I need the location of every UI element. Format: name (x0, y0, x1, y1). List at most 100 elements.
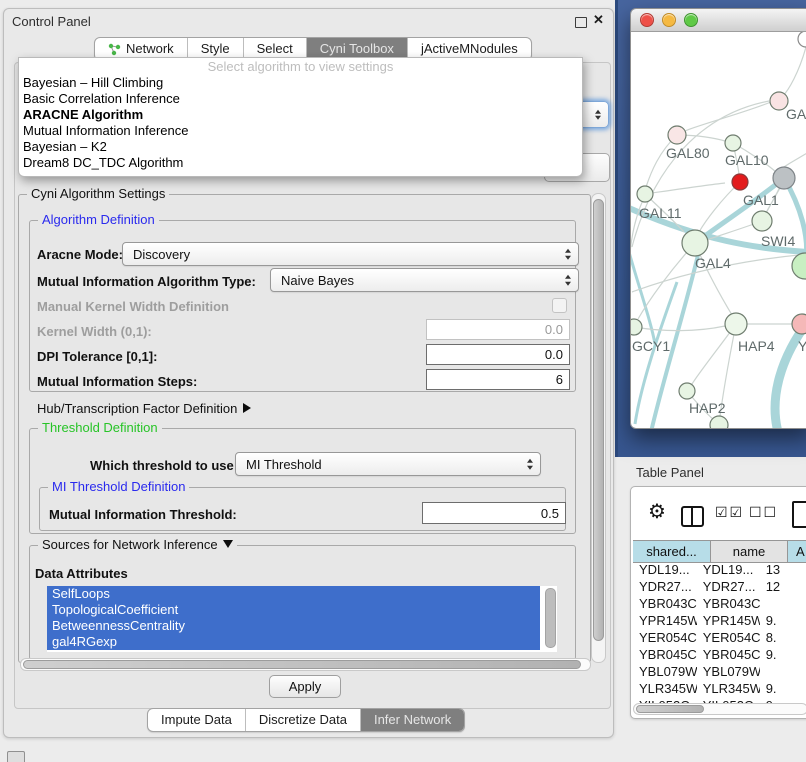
network-node[interactable] (725, 135, 741, 151)
network-node[interactable] (679, 383, 695, 399)
network-node[interactable] (682, 230, 708, 256)
network-node-label: GAL11 (639, 205, 682, 221)
control-panel-title: Control Panel (12, 14, 91, 29)
float-window-icon[interactable] (575, 17, 587, 28)
table-cell: YBR045C (697, 647, 760, 662)
table-row[interactable]: YBR043C YBR043C (633, 595, 806, 612)
table-header-row: shared... name A (633, 540, 806, 563)
mi-steps-label: Mutual Information Steps: (37, 374, 197, 389)
network-node[interactable] (637, 186, 653, 202)
network-node[interactable] (710, 416, 728, 429)
minimize-traffic-light-icon[interactable] (662, 13, 676, 27)
table-cell: YER054C (633, 630, 697, 645)
table-row[interactable]: YBL079W YBL079W (633, 663, 806, 680)
table-row[interactable]: YLR345W YLR345W 9. (633, 680, 806, 697)
tab-label: Discretize Data (259, 709, 347, 731)
table-hscrollbar-track[interactable] (633, 703, 806, 715)
table-row[interactable]: YDL19... YDL19... 13 (633, 561, 806, 578)
combo-arrows-icon (565, 249, 571, 260)
dpi-tolerance-label: DPI Tolerance [0,1]: (37, 349, 157, 364)
which-threshold-combobox[interactable]: MI Threshold (235, 452, 541, 476)
table-cell: 9. (760, 647, 806, 662)
aracne-mode-label: Aracne Mode: (37, 247, 123, 262)
network-node-selected[interactable] (732, 174, 748, 190)
network-node[interactable] (773, 167, 795, 189)
dropdown-item[interactable]: Bayesian – Hill Climbing (19, 75, 582, 91)
gear-icon[interactable]: ⚙ (648, 502, 666, 522)
mi-threshold-field[interactable]: 0.5 (422, 502, 566, 524)
settings-hscrollbar-track[interactable] (20, 658, 591, 671)
settings-hscrollbar-thumb[interactable] (23, 660, 581, 669)
column-header[interactable]: shared... (633, 541, 711, 562)
table-cell: YPR145W (633, 613, 697, 628)
dropdown-item[interactable]: Dream8 DC_TDC Algorithm (19, 155, 582, 171)
table-cell: YPR145W (697, 613, 760, 628)
settings-scrollbar-track[interactable] (591, 193, 606, 663)
tab-discretize-data[interactable]: Discretize Data (246, 709, 361, 731)
dropdown-item[interactable]: Mutual Information Inference (19, 123, 582, 139)
table-row[interactable]: YBR045C YBR045C 9. (633, 646, 806, 663)
network-node[interactable] (792, 253, 806, 279)
hub-section-label: Hub/Transcription Factor Definition (37, 401, 237, 416)
tab-impute-data[interactable]: Impute Data (148, 709, 246, 731)
network-canvas[interactable]: GAL80 GAL10 GAL11 GAL1 SWI4 GAL4 GCY1 HA… (631, 32, 806, 429)
table-cell: YBL079W (633, 664, 697, 679)
screen: GAL80 GAL10 GAL11 GAL1 SWI4 GAL4 GCY1 HA… (0, 0, 806, 762)
table-row[interactable]: YDR27... YDR27... 12 (633, 578, 806, 595)
hub-transcription-factor-section[interactable]: Hub/Transcription Factor Definition (37, 401, 251, 416)
close-icon[interactable]: ✕ (593, 12, 604, 28)
network-node[interactable] (725, 313, 747, 335)
list-scrollbar[interactable] (545, 588, 556, 648)
algorithm-dropdown-popup: Select algorithm to view settings Bayesi… (18, 57, 583, 177)
close-traffic-light-icon[interactable] (640, 13, 654, 27)
mi-steps-field[interactable]: 6 (426, 369, 570, 390)
dropdown-item[interactable]: Bayesian – K2 (19, 139, 582, 155)
table-cell: 9. (760, 613, 806, 628)
network-node-label: SWI4 (761, 233, 795, 249)
mi-type-combobox[interactable]: Naive Bayes (270, 268, 579, 292)
document-icon[interactable] (792, 501, 806, 528)
split-columns-icon[interactable] (681, 506, 704, 527)
list-item[interactable]: SelfLoops (47, 586, 540, 602)
tab-infer-network[interactable]: Infer Network (361, 709, 464, 731)
network-node[interactable] (668, 126, 686, 144)
settings-scrollbar-thumb[interactable] (593, 199, 604, 641)
combo-arrows-icon (595, 109, 601, 120)
table-row[interactable]: YER054C YER054C 8. (633, 629, 806, 646)
table-panel-title: Table Panel (636, 465, 704, 480)
list-item[interactable]: TopologicalCoefficient (47, 602, 540, 618)
aracne-mode-combobox[interactable]: Discovery (122, 242, 579, 266)
group-title: Cyni Algorithm Settings (27, 186, 169, 201)
network-tab-icon (108, 43, 121, 56)
list-item[interactable]: gal4RGexp (47, 634, 540, 650)
table-cell: YBR043C (697, 596, 760, 611)
dropdown-item[interactable]: Basic Correlation Inference (19, 91, 582, 107)
network-view-window[interactable]: GAL80 GAL10 GAL11 GAL1 SWI4 GAL4 GCY1 HA… (630, 8, 806, 429)
dpi-tolerance-field[interactable]: 0.0 (426, 344, 570, 365)
network-node[interactable] (792, 314, 806, 334)
data-attributes-list: SelfLoops TopologicalCoefficient Between… (47, 586, 557, 652)
deselect-all-checkboxes-icon[interactable]: ☐☐ (749, 504, 778, 521)
table-cell: YDR27... (697, 579, 760, 594)
which-threshold-label: Which threshold to use: (90, 458, 238, 473)
column-header[interactable]: name (711, 541, 788, 562)
data-attributes-label: Data Attributes (35, 566, 128, 581)
sources-group-title[interactable]: Sources for Network Inference (38, 537, 237, 552)
table-cell: YER054C (697, 630, 760, 645)
restore-panel-icon[interactable] (7, 751, 25, 762)
network-node[interactable] (752, 211, 772, 231)
list-item[interactable]: BetweennessCentrality (47, 618, 540, 634)
network-node[interactable] (798, 32, 806, 47)
manual-kernel-label: Manual Kernel Width Definition (37, 299, 229, 314)
network-window-titlebar[interactable] (631, 9, 806, 32)
column-header[interactable]: A (788, 541, 806, 562)
table-row[interactable]: YPR145W YPR145W 9. (633, 612, 806, 629)
table-hscrollbar-thumb[interactable] (636, 705, 704, 713)
apply-button[interactable]: Apply (269, 675, 341, 698)
network-node-label: GAL1 (743, 192, 779, 208)
dropdown-placeholder: Select algorithm to view settings (19, 58, 582, 75)
network-node[interactable] (631, 319, 642, 335)
dropdown-item-highlighted[interactable]: ARACNE Algorithm (19, 107, 582, 123)
zoom-traffic-light-icon[interactable] (684, 13, 698, 27)
select-all-checkboxes-icon[interactable]: ☑☑ (715, 504, 744, 521)
